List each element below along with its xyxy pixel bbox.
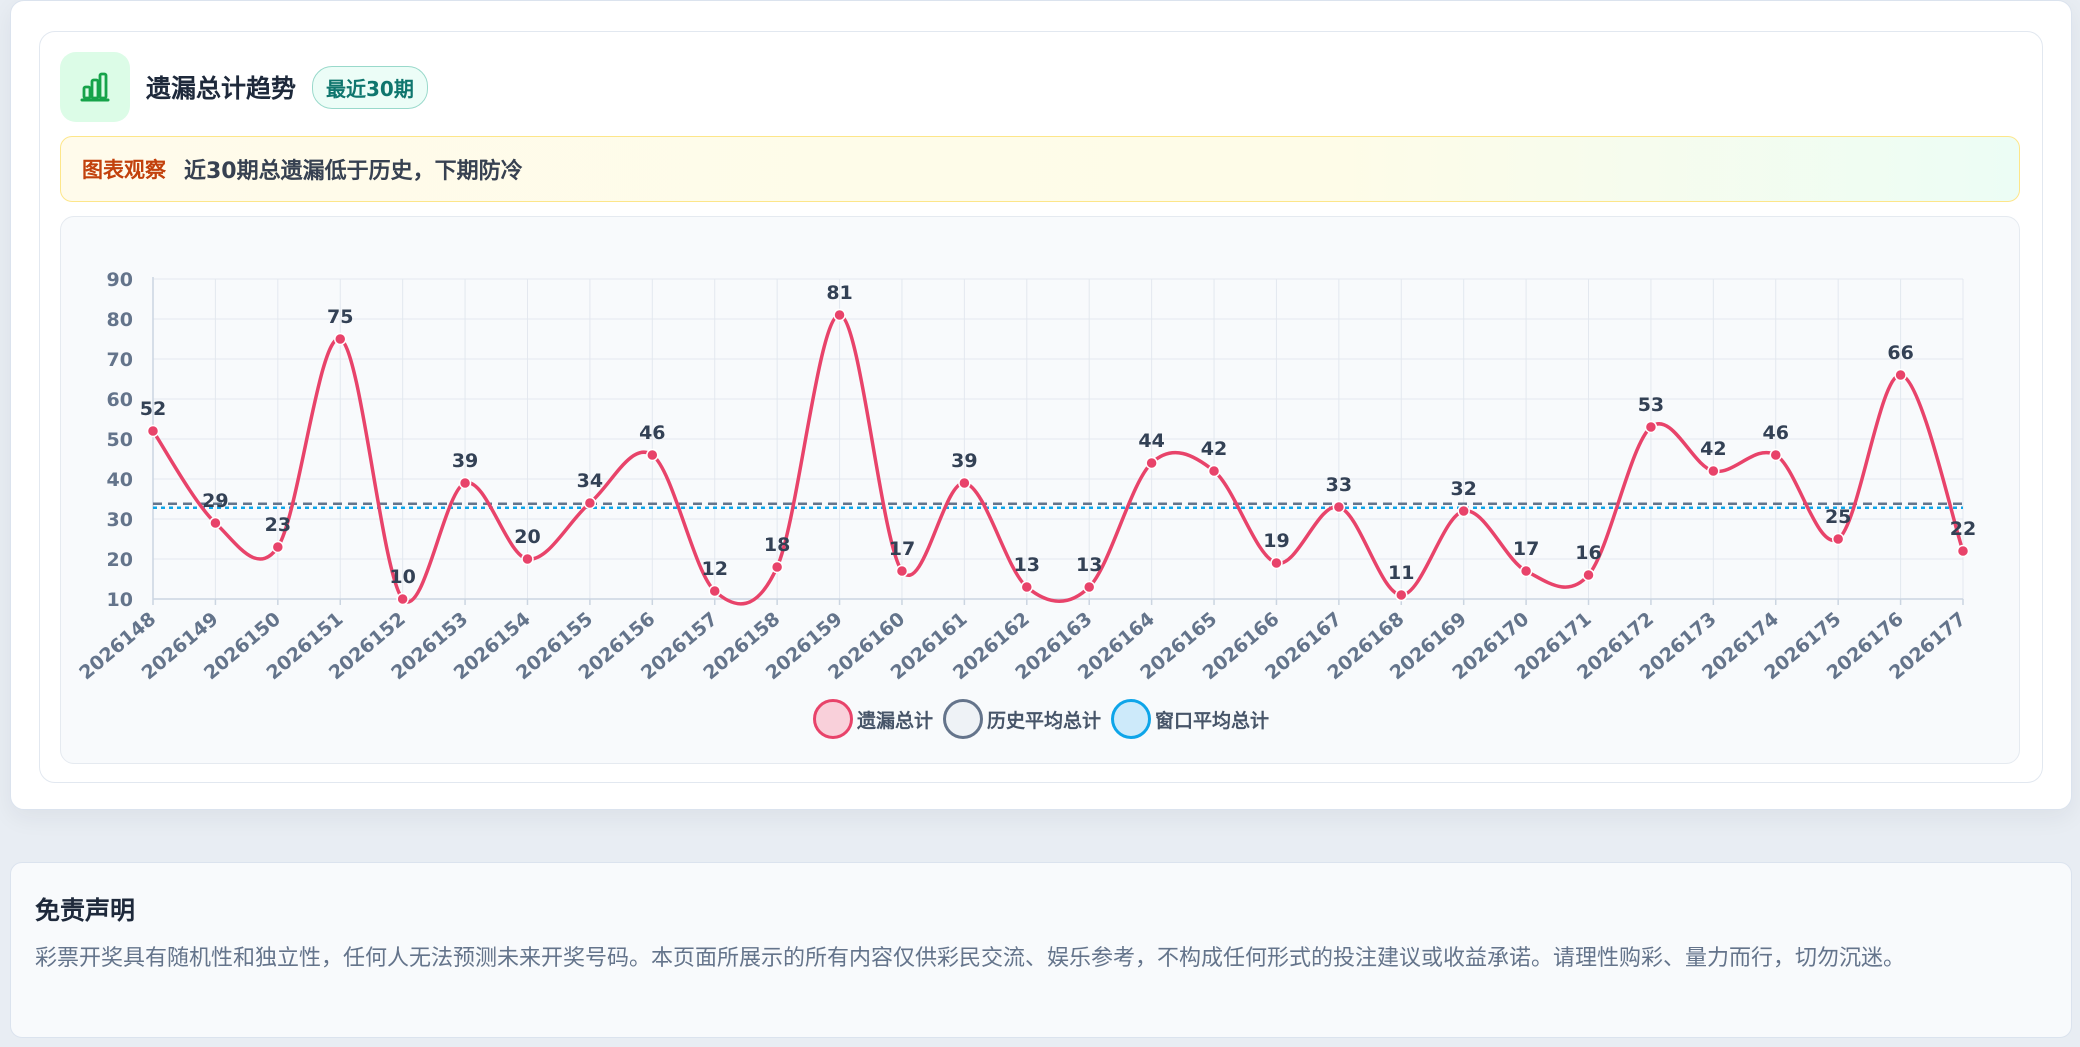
data-label: 25 [1825, 506, 1851, 528]
data-point [1956, 544, 1970, 558]
data-point [396, 592, 409, 606]
data-point [458, 476, 472, 490]
data-label: 20 [514, 526, 540, 548]
data-label: 16 [1575, 542, 1601, 564]
observation-banner: 图表观察 近30期总遗漏低于历史，下期防冷 [60, 136, 2020, 202]
data-point [1270, 556, 1283, 570]
data-point [146, 424, 160, 438]
data-label: 17 [889, 538, 915, 560]
data-label: 46 [1763, 422, 1789, 444]
data-label: 18 [764, 534, 790, 556]
data-point [770, 560, 784, 574]
data-label: 12 [701, 558, 727, 580]
legend-item-missing-total[interactable]: 遗漏总计 [812, 699, 933, 739]
data-label: 23 [265, 514, 291, 536]
data-point [646, 448, 659, 462]
data-point [1707, 464, 1720, 478]
data-point [1769, 448, 1783, 462]
legend-swatch [812, 699, 853, 739]
data-label: 34 [577, 470, 603, 492]
data-point [1332, 500, 1346, 514]
data-label: 75 [327, 306, 353, 328]
data-label: 19 [1263, 530, 1289, 552]
bar-chart-icon [60, 52, 130, 122]
data-label: 46 [639, 422, 665, 444]
data-label: 11 [1388, 562, 1414, 584]
series-line-missing-total [151, 313, 1965, 606]
data-label: 32 [1450, 478, 1476, 500]
legend-swatch [1111, 699, 1151, 739]
data-point [333, 332, 347, 346]
y-tick-label: 40 [107, 469, 133, 491]
legend-swatch [942, 699, 983, 739]
legend-item-history-average[interactable]: 历史平均总计 [942, 699, 1101, 739]
data-point [1894, 368, 1907, 382]
data-point [1145, 456, 1158, 470]
data-label: 13 [1076, 554, 1102, 576]
y-tick-label: 90 [107, 269, 133, 291]
data-label: 53 [1638, 394, 1664, 416]
data-label: 13 [1014, 554, 1040, 576]
data-point [1395, 588, 1408, 602]
data-label: 33 [1326, 474, 1352, 496]
y-tick-label: 20 [107, 549, 133, 571]
y-tick-label: 30 [107, 509, 133, 531]
y-tick-label: 60 [107, 389, 133, 411]
data-label: 42 [1700, 438, 1726, 460]
y-tick-label: 50 [107, 429, 133, 451]
data-point [708, 584, 721, 598]
data-point [271, 540, 285, 554]
data-point [1457, 504, 1470, 518]
data-label: 22 [1950, 518, 1976, 540]
y-tick-label: 80 [107, 309, 133, 331]
observation-label: 图表观察 [82, 158, 166, 182]
data-label: 66 [1887, 342, 1913, 364]
data-point [1020, 580, 1034, 594]
line-chart: 1020304050607080902026148202614920261502… [75, 269, 1976, 684]
section-title: 遗漏总计趋势 [146, 74, 297, 103]
chart-section: 遗漏总计趋势 最近30期 图表观察 近30期总遗漏低于历史，下期防冷 10 20 3… [39, 31, 2043, 783]
data-label: 81 [826, 282, 852, 304]
data-point [521, 552, 534, 566]
disclaimer-text: 彩票开奖具有随机性和独立性，任何人无法预测未来开奖号码。本页面所展示的所有内容仅… [35, 946, 1906, 971]
data-point [1519, 564, 1533, 578]
disclaimer-panel: 免责声明 彩票开奖具有随机性和独立性，任何人无法预测未来开奖号码。本页面所展示的… [10, 862, 2072, 1038]
data-point [209, 516, 222, 530]
data-label: 17 [1513, 538, 1539, 560]
data-label: 52 [140, 398, 166, 420]
disclaimer-title: 免责声明 [35, 896, 136, 925]
data-point [833, 308, 846, 322]
data-label: 42 [1201, 438, 1227, 460]
data-point [1082, 580, 1096, 594]
observation-text: 近30期总遗漏低于历史，下期防冷 [184, 159, 523, 184]
chart-panel: 10 20 30 40 50 60 70 80 90 2026148 2026149 2026150 2… [60, 216, 2020, 764]
y-tick-label: 10 [107, 589, 133, 611]
data-point [1644, 420, 1658, 434]
legend-label: 历史平均总计 [986, 709, 1101, 732]
data-point [583, 496, 597, 510]
legend-label: 遗漏总计 [856, 709, 933, 732]
data-point [1207, 464, 1221, 478]
data-point [1831, 532, 1845, 546]
section-header: 遗漏总计趋势 最近30期 [60, 52, 428, 122]
chart-card: 遗漏总计趋势 最近30期 图表观察 近30期总遗漏低于历史，下期防冷 10 20 3… [10, 0, 2072, 810]
legend-label: 窗口平均总计 [1155, 709, 1270, 732]
chart-legend: 遗漏总计 历史平均总计 窗口平均总计 [61, 697, 2021, 741]
data-label: 10 [389, 566, 415, 588]
range-badge: 最近30期 [312, 65, 428, 109]
data-point [1582, 568, 1595, 582]
data-point [958, 476, 971, 490]
y-tick-label: 70 [107, 349, 133, 371]
data-label: 39 [452, 450, 478, 472]
legend-item-window-average[interactable]: 窗口平均总计 [1111, 699, 1269, 739]
data-label: 29 [202, 490, 228, 512]
data-label: 44 [1138, 430, 1164, 452]
data-label: 39 [951, 450, 977, 472]
data-point [895, 564, 909, 578]
